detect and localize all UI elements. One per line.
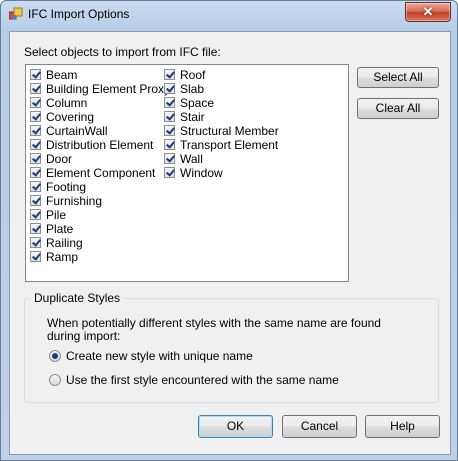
checkbox[interactable] xyxy=(30,251,41,262)
checkbox[interactable] xyxy=(30,111,41,122)
dialog-window: IFC Import Options ✕ Select objects to i… xyxy=(0,0,458,461)
help-button[interactable]: Help xyxy=(365,415,440,438)
checkbox[interactable] xyxy=(164,125,175,136)
clear-all-button[interactable]: Clear All xyxy=(357,98,439,119)
ok-button[interactable]: OK xyxy=(198,415,273,438)
close-button[interactable]: ✕ xyxy=(405,2,451,22)
cancel-button[interactable]: Cancel xyxy=(282,415,357,438)
window-title: IFC Import Options xyxy=(28,7,130,21)
checkbox[interactable] xyxy=(30,167,41,178)
checkbox[interactable] xyxy=(164,153,175,164)
radio-button[interactable] xyxy=(49,350,61,362)
radio-button[interactable] xyxy=(49,374,61,386)
title-bar[interactable]: IFC Import Options ✕ xyxy=(1,1,457,27)
checkbox[interactable] xyxy=(30,83,41,94)
checkbox[interactable] xyxy=(30,209,41,220)
checkbox[interactable] xyxy=(164,69,175,80)
checkbox[interactable] xyxy=(164,139,175,150)
checkbox[interactable] xyxy=(164,167,175,178)
duplicate-styles-group: Duplicate Styles When potentially differ… xyxy=(24,291,439,403)
checkbox[interactable] xyxy=(30,237,41,248)
select-all-button[interactable]: Select All xyxy=(357,67,439,88)
duplicate-styles-description: When potentially different styles with t… xyxy=(47,316,381,343)
object-checklist[interactable]: Beam Building Element Proxy Column Cover… xyxy=(25,64,349,282)
app-icon xyxy=(9,7,23,20)
select-objects-label: Select objects to import from IFC file: xyxy=(24,45,221,59)
checkbox[interactable] xyxy=(30,181,41,192)
checkbox[interactable] xyxy=(30,125,41,136)
checkbox[interactable] xyxy=(30,139,41,150)
checkbox[interactable] xyxy=(30,97,41,108)
checkbox[interactable] xyxy=(164,83,175,94)
checkbox[interactable] xyxy=(30,195,41,206)
duplicate-styles-title: Duplicate Styles xyxy=(31,291,124,305)
checkbox[interactable] xyxy=(164,111,175,122)
dialog-body: Select objects to import from IFC file: … xyxy=(9,31,451,455)
checkbox[interactable] xyxy=(164,97,175,108)
checkbox[interactable] xyxy=(30,223,41,234)
close-icon: ✕ xyxy=(422,4,434,19)
checkbox[interactable] xyxy=(30,153,41,164)
checkbox[interactable] xyxy=(30,69,41,80)
